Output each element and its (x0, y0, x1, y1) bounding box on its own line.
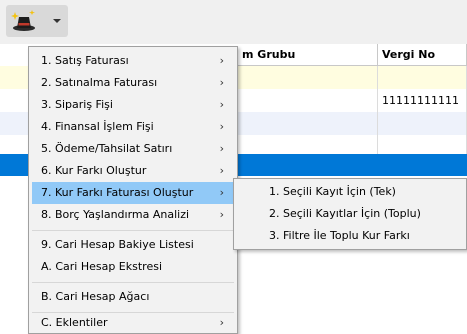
menu-item-account-statement[interactable]: A. Cari Hesap Ekstresi (32, 256, 234, 278)
menu-item-exchange-diff-invoice[interactable]: 7. Kur Farkı Faturası Oluştur › (32, 182, 234, 204)
menu-item-label: 5. Ödeme/Tahsilat Satırı (41, 142, 173, 155)
table-cell (238, 89, 378, 112)
menu-item-financial-slip[interactable]: 4. Finansal İşlem Fişi › (32, 116, 234, 138)
menu-item-label: 4. Finansal İşlem Fişi (41, 120, 154, 133)
chevron-down-icon (53, 19, 61, 23)
context-menu: 1. Satış Faturası › 2. Satınalma Faturas… (28, 46, 238, 334)
submenu-item-bulk[interactable]: 2. Seçili Kayıtlar İçin (Toplu) (237, 203, 463, 225)
menu-item-balance-list[interactable]: 9. Cari Hesap Bakiye Listesi (32, 234, 234, 256)
chevron-right-icon: › (219, 76, 224, 89)
column-header-group[interactable]: m Grubu (238, 44, 378, 66)
table-cell (238, 66, 378, 89)
menu-item-label: A. Cari Hesap Ekstresi (41, 260, 163, 273)
table-cell (378, 112, 467, 135)
menu-item-account-tree[interactable]: B. Cari Hesap Ağacı (32, 286, 234, 308)
chevron-right-icon: › (219, 208, 224, 221)
menu-item-sales-invoice[interactable]: 1. Satış Faturası › (32, 50, 234, 72)
submenu-exchange-diff-invoice: 1. Seçili Kayıt İçin (Tek) 2. Seçili Kay… (233, 178, 467, 250)
toolbar (0, 0, 467, 44)
table-cell (238, 154, 378, 176)
magic-wand-dropdown-button[interactable] (6, 5, 68, 37)
menu-item-label: 1. Satış Faturası (41, 54, 129, 67)
table-cell (378, 154, 467, 176)
menu-item-label: B. Cari Hesap Ağacı (41, 290, 150, 303)
menu-item-label: 8. Borç Yaşlandırma Analizi (41, 208, 190, 221)
menu-item-label: 7. Kur Farkı Faturası Oluştur (41, 186, 194, 199)
menu-separator (32, 230, 234, 231)
table-cell: 11111111111 (378, 89, 467, 112)
menu-item-exchange-diff[interactable]: 6. Kur Farkı Oluştur › (32, 160, 234, 182)
menu-item-purchase-invoice[interactable]: 2. Satınalma Faturası › (32, 72, 234, 94)
column-header-tax-no[interactable]: Vergi No (378, 44, 467, 66)
chevron-right-icon: › (219, 142, 224, 155)
magic-wand-icon (11, 10, 35, 31)
table-cell (378, 66, 467, 89)
menu-item-plugins[interactable]: C. Eklentiler › (32, 312, 234, 334)
chevron-right-icon: › (219, 98, 224, 111)
menu-item-label: 6. Kur Farkı Oluştur (41, 164, 147, 177)
menu-item-label: 3. Sipariş Fişi (41, 98, 113, 111)
submenu-item-filter-bulk[interactable]: 3. Filtre İle Toplu Kur Farkı (237, 225, 463, 247)
submenu-item-single[interactable]: 1. Seçili Kayıt İçin (Tek) (237, 181, 463, 203)
menu-item-debt-aging[interactable]: 8. Borç Yaşlandırma Analizi › (32, 204, 234, 226)
menu-item-payment-row[interactable]: 5. Ödeme/Tahsilat Satırı › (32, 138, 234, 160)
menu-separator (32, 282, 234, 283)
menu-item-order-slip[interactable]: 3. Sipariş Fişi › (32, 94, 234, 116)
table-cell (238, 112, 378, 135)
chevron-right-icon: › (219, 186, 224, 199)
chevron-right-icon: › (219, 164, 224, 177)
chevron-right-icon: › (219, 54, 224, 67)
chevron-right-icon: › (219, 120, 224, 133)
menu-item-label: 2. Satınalma Faturası (41, 76, 158, 89)
chevron-right-icon: › (219, 316, 224, 329)
menu-item-label: 9. Cari Hesap Bakiye Listesi (41, 238, 194, 251)
menu-item-label: C. Eklentiler (41, 316, 108, 329)
